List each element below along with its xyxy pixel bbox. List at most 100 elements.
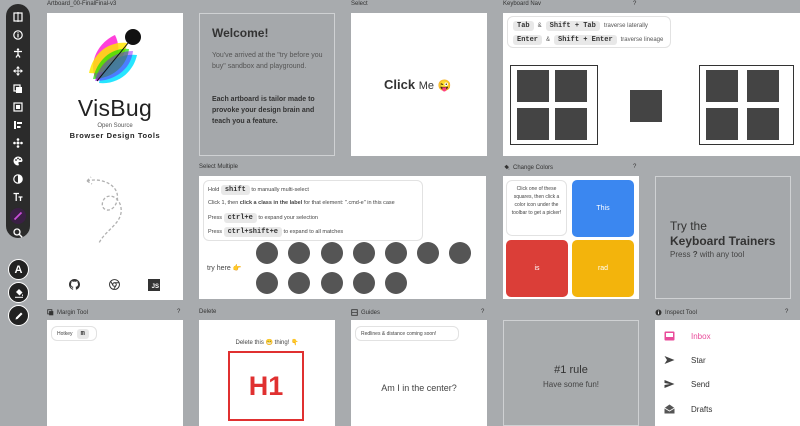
nav-square[interactable] — [517, 70, 549, 102]
margin-icon — [13, 84, 22, 93]
nav-square[interactable] — [555, 70, 587, 102]
nav-square[interactable] — [747, 108, 779, 140]
square-group-right[interactable] — [699, 65, 794, 145]
text-color-letter: A — [14, 263, 23, 276]
select-circle[interactable] — [417, 242, 439, 264]
rule-subtitle: Have some fun! — [542, 380, 600, 389]
artboard-change-colors[interactable]: Click one of these squares, then click a… — [503, 176, 639, 299]
delete-tip: Delete this 😁 thing! 👇 — [199, 339, 335, 346]
nav-square[interactable] — [706, 70, 738, 102]
nav-square[interactable] — [706, 108, 738, 140]
background-color-button[interactable] — [8, 282, 29, 303]
artboard-margin-tool-label: Margin Tool — [47, 309, 88, 316]
select-circle[interactable] — [385, 242, 407, 264]
nav-square[interactable] — [517, 108, 549, 140]
border-color-button[interactable] — [8, 305, 29, 326]
select-text[interactable]: Click Me 😜 — [384, 77, 451, 92]
h1-delete-target[interactable]: H1 — [228, 351, 304, 421]
guides-tool-button[interactable] — [6, 8, 30, 26]
margin-tool-button[interactable] — [6, 80, 30, 98]
boxshadow-tool-button[interactable] — [6, 170, 30, 188]
select-circle[interactable] — [288, 272, 310, 294]
artboard-delete[interactable]: Delete this 😁 thing! 👇 H1 — [199, 320, 335, 426]
artboard-margin-tool[interactable]: Hotkey m — [47, 320, 183, 426]
try-here-text: try here — [207, 265, 231, 272]
yellow-color-square[interactable]: rad — [572, 240, 634, 297]
text-color-button[interactable]: A — [8, 259, 29, 280]
blue-color-square[interactable]: This — [572, 180, 634, 237]
click-word[interactable]: Click — [384, 77, 415, 92]
github-icon[interactable] — [69, 279, 80, 290]
tip-text: Hold — [208, 187, 220, 193]
nav-item-inbox[interactable]: Inbox — [663, 331, 711, 341]
yellow-square-text: rad — [597, 265, 609, 272]
position-tool-button[interactable] — [6, 188, 30, 206]
red-color-square[interactable]: is — [506, 240, 568, 297]
select-circle[interactable] — [321, 272, 343, 294]
artboard-keyboard-nav[interactable]: Tab & Shift + Tab traverse laterally Ent… — [503, 13, 800, 156]
welcome-bold-text: Each artboard is tailor made to provoke … — [212, 96, 315, 125]
color-palette-tool-button[interactable] — [6, 152, 30, 170]
me-word[interactable]: Me — [419, 80, 434, 92]
artboard-guides[interactable]: Redlines & distance coming soon! Am I in… — [351, 320, 487, 426]
font-tool-button[interactable] — [6, 207, 30, 225]
align-icon — [14, 121, 22, 129]
padding-tool-button[interactable] — [6, 98, 30, 116]
margin-icon — [47, 309, 54, 316]
select-circle[interactable] — [256, 242, 278, 264]
doodle-arrow-icon — [86, 176, 122, 244]
brand-title: VisBug — [77, 95, 153, 121]
select-circle[interactable] — [288, 242, 310, 264]
select-circle[interactable] — [321, 242, 343, 264]
inspect-tool-button[interactable] — [6, 26, 30, 44]
select-circle[interactable] — [353, 272, 375, 294]
square-group-left[interactable] — [510, 65, 598, 145]
artboard-keyboard-trainers[interactable]: Try the Keyboard Trainers Press ? with a… — [655, 176, 791, 299]
select-circle[interactable] — [449, 242, 471, 264]
nav-item-label: Star — [691, 355, 706, 365]
hueshift-tool-button[interactable] — [6, 134, 30, 152]
margin-tool-label-text: Margin Tool — [57, 309, 88, 316]
select-circle[interactable] — [385, 272, 407, 294]
help-question-mark[interactable]: ? — [785, 309, 788, 315]
select-circle[interactable] — [353, 242, 375, 264]
nav-item-drafts[interactable]: Drafts — [663, 404, 712, 414]
move-tool-button[interactable] — [6, 62, 30, 80]
help-question-mark[interactable]: ? — [177, 309, 180, 315]
javascript-icon[interactable]: JS — [148, 279, 160, 291]
nav-item-label: Inbox — [691, 331, 711, 341]
nav-square[interactable] — [555, 108, 587, 140]
artboard-select-multiple[interactable]: Hold shift to manually multi-select Clic… — [199, 176, 486, 299]
select-circle[interactable] — [256, 272, 278, 294]
artboard-inspect-tool[interactable]: Inbox Star Send Drafts — [655, 320, 800, 426]
palette-icon — [13, 156, 23, 166]
nav-item-send[interactable]: Send — [663, 379, 710, 389]
tip-text: for that element: ".cmd-e" in this case — [303, 200, 395, 206]
search-tool-button[interactable] — [6, 224, 30, 242]
amp-2: & — [546, 37, 551, 43]
artboard-main[interactable]: VisBug Open Source Browser Design Tools … — [47, 13, 183, 300]
nav-item-label: Drafts — [691, 404, 713, 414]
help-question-mark[interactable]: ? — [481, 309, 484, 315]
nav-square-center[interactable] — [630, 90, 662, 122]
artboard-select-label: Select — [351, 1, 368, 7]
nav-square[interactable] — [747, 70, 779, 102]
guides-tip: Redlines & distance coming soon! — [355, 326, 459, 341]
help-question-mark[interactable]: ? — [633, 1, 636, 7]
nav-item-star[interactable]: Star — [663, 355, 706, 365]
help-question-mark[interactable]: ? — [633, 164, 636, 170]
chrome-icon[interactable] — [109, 279, 120, 290]
artboard-keyboard-nav-label: Keyboard Nav — [503, 1, 542, 7]
tip-text: Press — [208, 215, 223, 221]
delete-tip-text-2: thing! — [274, 340, 290, 346]
artboard-welcome[interactable]: Welcome! You've arrived at the "try befo… — [199, 13, 335, 156]
align-tool-button[interactable] — [6, 116, 30, 134]
artboard-select[interactable]: Click Me 😜 — [351, 13, 487, 156]
artboard-rule[interactable]: #1 rule Have some fun! — [503, 320, 639, 426]
js-label: JS — [151, 284, 159, 290]
center-question-text[interactable]: Am I in the center? — [351, 383, 487, 393]
welcome-intro: You've arrived at the "try before you bu… — [212, 52, 323, 70]
point-down-emoji: 👇 — [291, 340, 299, 346]
try-the-text: Try the — [670, 219, 707, 233]
accessibility-tool-button[interactable] — [6, 44, 30, 62]
